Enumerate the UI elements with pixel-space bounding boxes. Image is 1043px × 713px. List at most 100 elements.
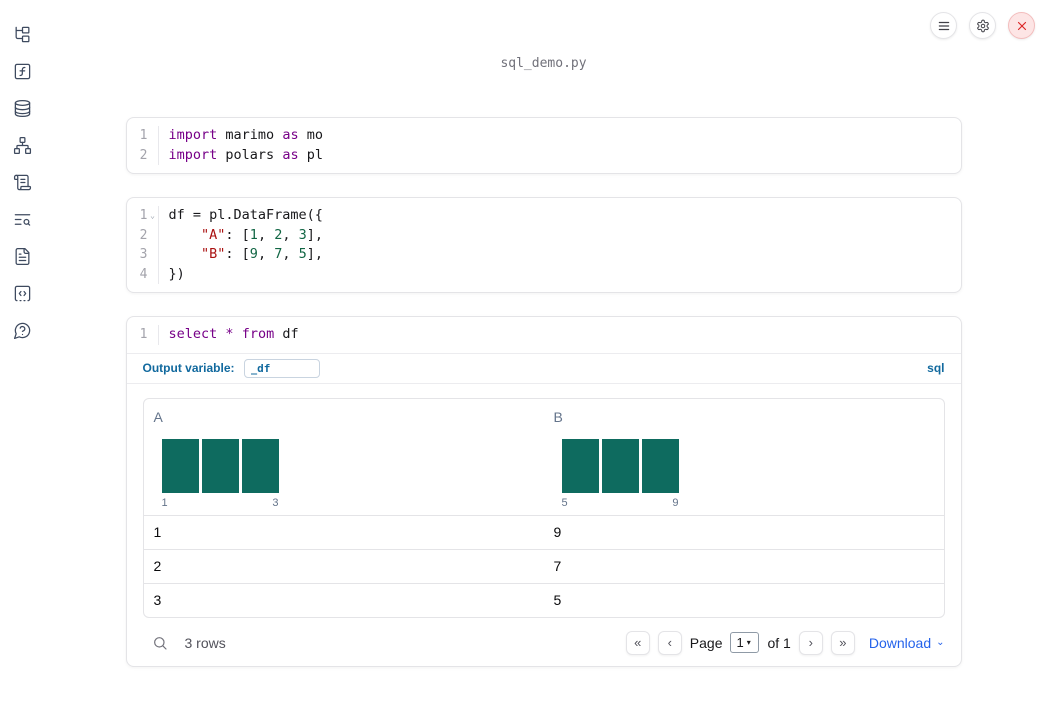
chevrons-right-icon: » <box>839 635 847 650</box>
code-line: select * from df <box>168 326 299 342</box>
last-page-button[interactable]: » <box>830 630 855 655</box>
notebook-filename: sql_demo.py <box>500 56 587 71</box>
snippets-icon <box>14 285 30 301</box>
column-name: A <box>153 408 163 425</box>
function-square-icon <box>14 63 30 79</box>
chevron-down-icon: ⌄ <box>936 637 945 648</box>
histogram-bar <box>561 438 599 493</box>
row-count: 3 rows <box>184 634 226 651</box>
sql-editor[interactable]: select * from df <box>159 325 961 345</box>
histogram-bar <box>601 438 639 493</box>
code-line: df = pl.DataFrame({ <box>168 207 323 223</box>
gear-icon <box>976 19 989 32</box>
column-histogram: 13 <box>161 438 279 511</box>
table-row: 19 <box>143 514 944 549</box>
menu-button[interactable] <box>930 12 957 39</box>
page-select-value: 1 <box>736 635 744 650</box>
line-number: 3 <box>139 247 148 263</box>
page-total: of 1 <box>767 634 791 651</box>
column-header[interactable]: A13 <box>144 399 544 515</box>
histogram-bar <box>641 438 679 493</box>
page-select[interactable]: 1 ▾ <box>730 632 760 653</box>
table-header: A13B59 <box>144 399 944 515</box>
sidebar-item-datasources[interactable] <box>12 98 32 118</box>
code-line: import marimo as mo <box>168 127 323 143</box>
table-cell: 1 <box>153 524 162 540</box>
file-tree-icon <box>15 26 29 42</box>
code-line: "A": [1, 2, 3], <box>201 226 324 243</box>
line-number: 1 <box>139 327 148 343</box>
histogram-max-label: 3 <box>272 496 279 509</box>
table-cell: 2 <box>153 558 162 574</box>
hamburger-icon <box>938 21 949 30</box>
line-number: 1 <box>139 208 148 224</box>
dataframe-table: A13B59 192735 <box>142 397 945 618</box>
sidebar-item-documentation[interactable] <box>12 246 32 266</box>
code-cell-dataframe: 1 ⌄ 2 3 4 df = pl.DataFrame({ "A": [1, 2, 3]… <box>125 197 962 293</box>
histogram-bar <box>161 438 199 493</box>
sql-cell: 1 select * from df Output variable: sql … <box>125 316 962 667</box>
table-body: 192735 <box>143 514 944 617</box>
output-variable-label: Output variable: <box>142 361 235 375</box>
line-number: 2 <box>139 227 148 243</box>
output-variable-input[interactable] <box>243 358 320 378</box>
fold-chevron-icon[interactable]: ⌄ <box>148 211 158 221</box>
line-number-gutter: 12 <box>127 126 159 165</box>
output-variable-bar: Output variable: sql <box>126 354 961 384</box>
sidebar-item-file-explorer[interactable] <box>12 24 32 44</box>
code-line: }) <box>168 265 185 282</box>
code-editor[interactable]: df = pl.DataFrame({ "A": [1, 2, 3], "B":… <box>159 206 961 284</box>
table-row: 27 <box>143 548 944 583</box>
help-icon <box>13 322 30 339</box>
column-name: B <box>553 408 563 425</box>
prev-page-button[interactable]: ‹ <box>657 630 682 655</box>
histogram-bar <box>241 438 279 493</box>
column-header[interactable]: B59 <box>544 399 944 515</box>
next-page-button[interactable]: › <box>798 630 823 655</box>
code-cell-imports: 12 import marimo as mo import polars as p… <box>125 117 962 174</box>
logs-search-icon <box>14 213 30 226</box>
histogram-bar <box>201 438 239 493</box>
search-icon <box>153 636 167 650</box>
table-row: 35 <box>143 582 944 617</box>
pagination: « ‹ Page 1 ▾ of 1 › » <box>625 630 855 655</box>
page-label: Page <box>689 634 723 651</box>
sidebar-item-help[interactable] <box>12 320 32 340</box>
notebook-area: sql_demo.py 12 import marimo as mo import… <box>44 0 1043 713</box>
document-icon <box>15 247 29 265</box>
download-label: Download <box>868 634 932 651</box>
settings-button[interactable] <box>969 12 996 39</box>
table-footer: 3 rows « ‹ Page 1 ▾ of 1 › » Download ⌄ <box>143 628 945 658</box>
code-line: "B": [9, 7, 5], <box>201 246 324 262</box>
sidebar-item-scratchpad[interactable] <box>12 172 32 192</box>
line-number: 1 <box>139 128 148 144</box>
line-number-gutter: 1 <box>127 325 159 345</box>
sidebar-item-snippets[interactable] <box>12 283 32 303</box>
table-cell: 3 <box>153 592 162 608</box>
sidebar-item-logs[interactable] <box>12 209 32 229</box>
sidebar-item-variables[interactable] <box>12 61 32 81</box>
line-number: 2 <box>139 147 148 163</box>
download-button[interactable]: Download ⌄ <box>869 635 945 651</box>
chevron-left-icon: ‹ <box>667 635 672 650</box>
histogram-max-label: 9 <box>672 496 679 509</box>
chevron-down-icon: ▾ <box>746 638 751 647</box>
sidebar <box>0 0 44 713</box>
cell-output: A13B59 192735 3 rows « ‹ Page 1 ▾ of 1 ›… <box>127 384 961 666</box>
dependency-graph-icon <box>13 136 31 154</box>
chevron-right-icon: › <box>808 635 814 650</box>
line-number: 4 <box>139 266 148 282</box>
table-search-button[interactable] <box>151 634 169 652</box>
scroll-icon <box>13 174 31 190</box>
code-editor[interactable]: import marimo as mo import polars as pl <box>159 126 961 165</box>
sidebar-item-dependency-graph[interactable] <box>12 135 32 155</box>
sql-language-badge: sql <box>927 361 945 375</box>
close-icon <box>1017 21 1026 30</box>
first-page-button[interactable]: « <box>625 630 650 655</box>
table-cell: 9 <box>553 524 562 540</box>
database-icon <box>14 99 30 117</box>
notebook-actions-toolbar <box>930 12 1035 39</box>
table-cell: 5 <box>553 592 562 608</box>
shutdown-button[interactable] <box>1008 12 1035 39</box>
histogram-min-label: 1 <box>161 496 168 509</box>
